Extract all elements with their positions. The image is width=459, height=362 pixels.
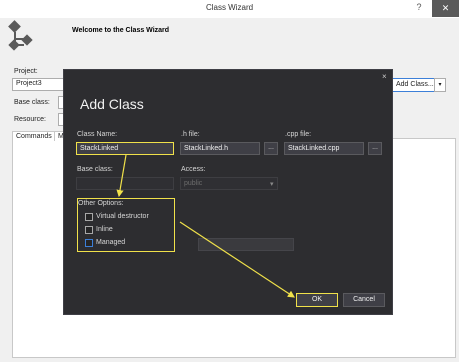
annotation-arrows: [116, 154, 296, 298]
arrow-to-options: [116, 154, 127, 198]
arrow-to-ok: [179, 221, 296, 298]
